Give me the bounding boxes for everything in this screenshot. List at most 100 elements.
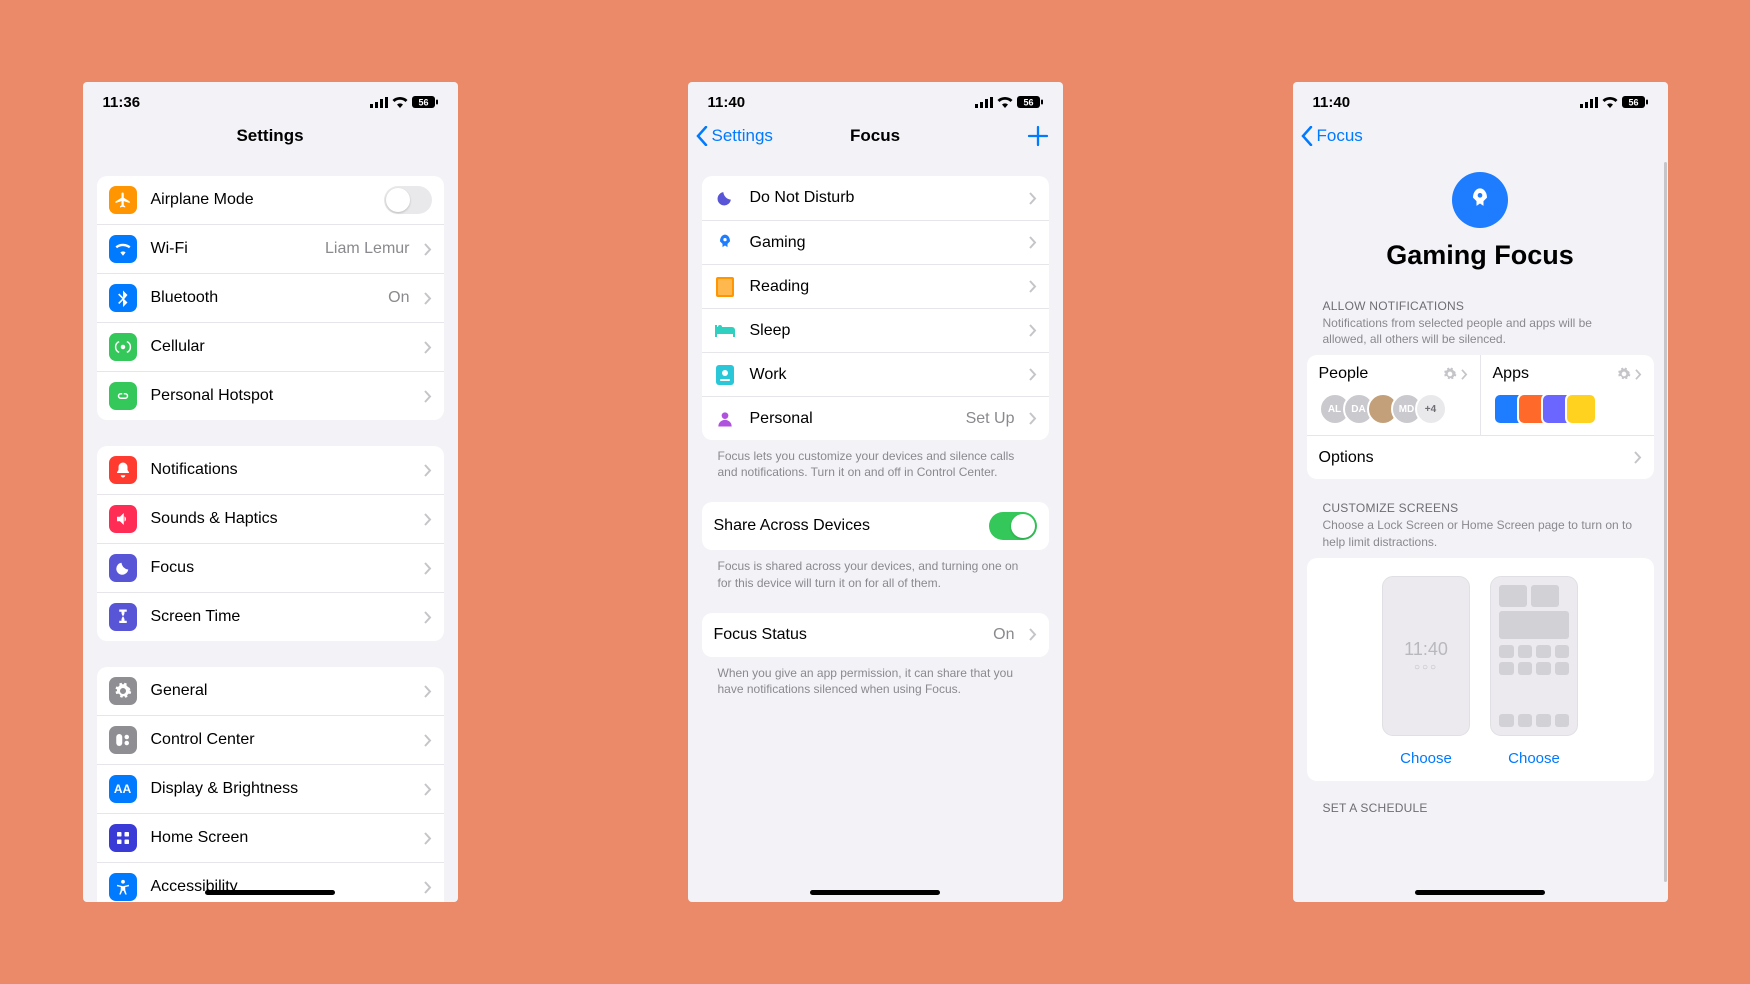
chevron-right-icon [424,611,432,624]
row-general[interactable]: General [97,667,444,715]
row-label: Sounds & Haptics [151,510,410,528]
chevron-right-icon [1029,192,1037,205]
row-gaming[interactable]: Gaming [702,220,1049,264]
row-value: On [388,289,409,307]
avatar-more-count: +4 [1415,393,1447,425]
group-notifications: Notifications Sounds & Haptics Focus [97,446,444,641]
chevron-right-icon [424,734,432,747]
home-indicator[interactable] [1415,890,1545,895]
row-label: Airplane Mode [151,191,370,209]
row-cellular[interactable]: Cellular [97,322,444,371]
row-airplane-mode[interactable]: Airplane Mode [97,176,444,224]
gear-icon [109,677,137,705]
page-title: Focus [850,126,900,146]
chevron-right-icon [424,783,432,796]
row-control-center[interactable]: Control Center [97,715,444,764]
row-screen-time[interactable]: Screen Time [97,592,444,641]
cell-title: People [1319,365,1369,383]
status-time: 11:40 [1313,94,1351,111]
choose-home-button[interactable]: Choose [1490,750,1578,767]
row-options[interactable]: Options [1307,435,1654,479]
row-personal-hotspot[interactable]: Personal Hotspot [97,371,444,420]
row-wifi[interactable]: Wi-Fi Liam Lemur [97,224,444,273]
row-label: Display & Brightness [151,780,410,798]
scroll-indicator[interactable] [1664,162,1667,882]
row-label: Personal Hotspot [151,387,410,405]
row-share-across-devices[interactable]: Share Across Devices [702,502,1049,550]
status-time: 11:36 [103,94,141,111]
row-label: Work [750,366,1015,384]
notifications-icon [109,456,137,484]
share-toggle[interactable] [989,512,1037,540]
cellular-icon [109,333,137,361]
chevron-right-icon [424,685,432,698]
add-focus-button[interactable] [1027,114,1049,158]
row-accessibility[interactable]: Accessibility [97,862,444,902]
wifi-icon [392,96,408,108]
svg-text:56: 56 [1023,98,1033,108]
row-label: Options [1319,449,1620,467]
row-display-brightness[interactable]: AA Display & Brightness [97,764,444,813]
home-indicator[interactable] [810,890,940,895]
status-footer: When you give an app permission, it can … [702,665,1049,697]
row-focus-status[interactable]: Focus Status On [702,613,1049,657]
row-notifications[interactable]: Notifications [97,446,444,494]
choose-lock-button[interactable]: Choose [1382,750,1470,767]
row-focus[interactable]: Focus [97,543,444,592]
row-do-not-disturb[interactable]: Do Not Disturb [702,176,1049,220]
gaming-focus-screen: 11:40 56 Focus Gaming Focus ALLOW NOTIFI… [1293,82,1668,902]
nav-bar: Settings [83,114,458,158]
avatar-row: AL DA MD +4 [1319,393,1468,425]
row-label: Reading [750,278,1015,296]
svg-text:56: 56 [418,98,428,108]
chevron-right-icon [1029,280,1037,293]
gear-icon [1617,367,1631,381]
status-icons: 56 [370,96,438,108]
cell-title: Apps [1493,365,1529,383]
row-sounds-haptics[interactable]: Sounds & Haptics [97,494,444,543]
rocket-icon [1452,172,1508,228]
home-indicator[interactable] [205,890,335,895]
customize-screens-header: CUSTOMIZE SCREENS [1307,501,1654,517]
home-screen-preview[interactable] [1490,576,1578,736]
row-label: Sleep [750,322,1015,340]
group-allow: People AL DA MD +4 [1307,355,1654,479]
battery-icon: 56 [1017,96,1043,108]
cellular-icon [975,97,993,108]
airplane-icon [109,186,137,214]
settings-screen: 11:36 56 Settings Airplane Mode Wi-Fi [83,82,458,902]
chevron-right-icon [1461,369,1468,380]
display-icon: AA [109,775,137,803]
row-personal[interactable]: Personal Set Up [702,396,1049,440]
row-bluetooth[interactable]: Bluetooth On [97,273,444,322]
row-work[interactable]: Work [702,352,1049,396]
people-cell[interactable]: People AL DA MD +4 [1307,355,1480,435]
lock-time: 11:40 [1404,639,1448,660]
apps-cell[interactable]: Apps [1480,355,1654,435]
header-icon-wrap [1307,158,1654,228]
row-home-screen[interactable]: Home Screen [97,813,444,862]
row-label: Gaming [750,234,1015,252]
chevron-right-icon [1029,236,1037,249]
content: Gaming Focus ALLOW NOTIFICATIONS Notific… [1293,158,1668,902]
battery-icon: 56 [412,96,438,108]
battery-icon: 56 [1622,96,1648,108]
focus-modes-footer: Focus lets you customize your devices an… [702,448,1049,480]
lock-screen-preview[interactable]: 11:40 ○○○ [1382,576,1470,736]
plus-icon [1027,125,1049,147]
back-button[interactable]: Focus [1301,114,1363,158]
chevron-right-icon [1029,628,1037,641]
wifi-icon [997,96,1013,108]
choose-row: Choose Choose [1307,750,1654,781]
rocket-icon [714,232,736,254]
chevron-left-icon [696,126,708,146]
row-value: Liam Lemur [325,240,409,258]
airplane-toggle[interactable] [384,186,432,214]
back-button[interactable]: Settings [696,114,773,158]
bluetooth-icon [109,284,137,312]
bed-icon [714,320,736,342]
set-schedule-header: SET A SCHEDULE [1307,801,1654,817]
row-reading[interactable]: Reading [702,264,1049,308]
nav-bar: Focus [1293,114,1668,158]
row-sleep[interactable]: Sleep [702,308,1049,352]
